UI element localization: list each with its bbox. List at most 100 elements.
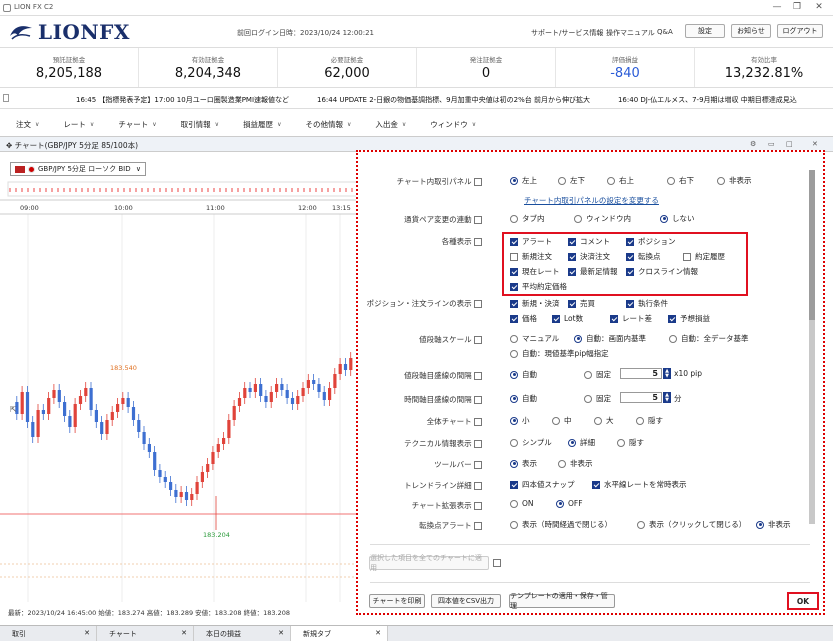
panel-pos-checkbox[interactable] xyxy=(474,178,482,186)
checkbox[interactable] xyxy=(668,314,676,323)
checkbox[interactable] xyxy=(626,267,634,276)
alert-checkbox[interactable] xyxy=(474,522,482,530)
scale-checkbox[interactable] xyxy=(474,336,482,344)
checkbox[interactable] xyxy=(510,314,518,323)
radio-sync-window[interactable]: ウィンドウ内 xyxy=(574,213,631,224)
print-chart-button[interactable]: チャートを印刷 xyxy=(369,594,425,608)
restore-icon[interactable]: ▭ xyxy=(768,140,775,148)
radio-tgrid-fixed[interactable]: 固定 xyxy=(584,393,611,404)
tgrid-checkbox[interactable] xyxy=(474,396,482,404)
radio-panel-hide[interactable]: 非表示 xyxy=(717,175,752,186)
settings-button[interactable]: 設定 xyxy=(685,24,725,38)
posline-checkbox[interactable] xyxy=(474,300,482,308)
radio-vgrid-auto[interactable]: 自動 xyxy=(510,369,537,380)
candlestick-chart[interactable]: GBP/JPY 5分足 ローソク BID ∨ 09:00 10:00 11:00 12… xyxy=(0,152,357,606)
news-ticker[interactable]: 16:45 【指標発表予定】17:00 10月ユーロ圏製造業PMI速報値など 1… xyxy=(0,89,833,109)
whole-checkbox[interactable] xyxy=(474,418,482,426)
radio-alert-timed[interactable]: 表示（時間経過で閉じる） xyxy=(510,519,612,530)
radio-whole-medium[interactable]: 中 xyxy=(552,415,572,426)
qa-link[interactable]: Q&A xyxy=(657,28,673,36)
close-icon[interactable]: ✕ xyxy=(84,629,90,637)
display-check-7[interactable]: 現在レート xyxy=(510,266,560,277)
display-check-6[interactable]: 約定履歴 xyxy=(683,251,725,262)
radio-tech-detail[interactable]: 詳細 xyxy=(568,437,595,448)
display-check-9[interactable]: クロスライン情報 xyxy=(626,266,698,277)
maximize-button[interactable]: ❐ xyxy=(790,2,804,12)
tgrid-stepper[interactable]: ▲ ▼ xyxy=(663,392,671,403)
posline-check-4[interactable]: Lot数 xyxy=(552,313,583,324)
radio-vgrid-fixed[interactable]: 固定 xyxy=(584,369,611,380)
vgrid-stepper[interactable]: ▲ ▼ xyxy=(663,368,671,379)
trend-checkbox[interactable] xyxy=(474,482,482,490)
radio-whole-large[interactable]: 大 xyxy=(594,415,614,426)
checkbox[interactable] xyxy=(510,299,518,308)
menu-trade-info[interactable]: 取引情報 ∨ xyxy=(179,115,219,133)
radio-scale-pip[interactable]: 自動：現値基準pip幅指定 xyxy=(510,348,609,359)
radio-whole-hide[interactable]: 隠す xyxy=(636,415,663,426)
apply-all-checkbox[interactable] xyxy=(493,559,501,567)
menu-window[interactable]: ウィンドウ ∨ xyxy=(428,115,476,133)
display-check-1[interactable]: コメント xyxy=(568,236,610,247)
radio-sync-none[interactable]: しない xyxy=(660,213,695,224)
close-icon[interactable]: ✕ xyxy=(812,140,818,148)
csv-export-button[interactable]: 四本値をCSV出力 xyxy=(431,594,501,608)
posline-check-5[interactable]: レート差 xyxy=(610,313,652,324)
close-icon[interactable]: ✕ xyxy=(278,629,284,637)
posline-check-2[interactable]: 執行条件 xyxy=(626,298,668,309)
radio-scale-all[interactable]: 自動：全データ基準 xyxy=(669,333,749,344)
tab-trade[interactable]: 取引 ✕ xyxy=(0,626,97,641)
posline-check-6[interactable]: 予想損益 xyxy=(668,313,710,324)
display-check-2[interactable]: ポジション xyxy=(626,236,676,247)
notices-button[interactable]: お知らせ xyxy=(731,24,771,38)
radio-panel-top-left[interactable]: 左上 xyxy=(510,175,537,186)
posline-check-3[interactable]: 価格 xyxy=(510,313,537,324)
display-check-5[interactable]: 転換点 xyxy=(626,251,661,262)
close-icon[interactable]: ✕ xyxy=(375,629,381,637)
radio-tech-simple[interactable]: シンプル xyxy=(510,437,552,448)
checkbox[interactable] xyxy=(610,314,618,323)
tab-today-pnl[interactable]: 本日の損益 ✕ xyxy=(194,626,291,641)
tab-new[interactable]: 新規タブ ✕ xyxy=(291,626,388,641)
checkbox[interactable] xyxy=(510,237,518,246)
posline-check-1[interactable]: 売買 xyxy=(568,298,595,309)
radio-toolbar-hide[interactable]: 非表示 xyxy=(558,458,593,469)
menu-order[interactable]: 注文 ∨ xyxy=(14,115,39,133)
menu-other-info[interactable]: その他情報 ∨ xyxy=(303,115,351,133)
radio-whole-small[interactable]: 小 xyxy=(510,415,530,426)
display-check-10[interactable]: 平均約定価格 xyxy=(510,281,567,292)
radio-ext-on[interactable]: ON xyxy=(510,499,534,508)
radio-panel-top-right[interactable]: 右上 xyxy=(607,175,634,186)
gear-icon[interactable]: ⚙ xyxy=(750,140,756,148)
checkbox[interactable] xyxy=(568,237,576,246)
display-check-3[interactable]: 新規注文 xyxy=(510,251,552,262)
checkbox[interactable] xyxy=(626,299,634,308)
display-checkbox[interactable] xyxy=(474,238,482,246)
menu-rate[interactable]: レート ∨ xyxy=(61,115,94,133)
checkbox[interactable] xyxy=(568,299,576,308)
display-check-8[interactable]: 最新足情報 xyxy=(568,266,618,277)
radio-tech-hide[interactable]: 隠す xyxy=(617,437,644,448)
checkbox[interactable] xyxy=(568,267,576,276)
toolbar-checkbox[interactable] xyxy=(474,461,482,469)
vgrid-checkbox[interactable] xyxy=(474,372,482,380)
radio-scale-screen[interactable]: 自動：画面内基準 xyxy=(574,333,646,344)
display-check-0[interactable]: アラート xyxy=(510,236,552,247)
tab-chart[interactable]: チャート ✕ xyxy=(97,626,194,641)
display-check-4[interactable]: 決済注文 xyxy=(568,251,610,262)
ext-checkbox[interactable] xyxy=(474,502,482,510)
checkbox[interactable] xyxy=(626,252,634,261)
radio-panel-bottom-left[interactable]: 左下 xyxy=(558,175,585,186)
scrollbar-thumb[interactable] xyxy=(809,170,815,320)
checkbox[interactable] xyxy=(552,314,560,323)
menu-pnl-history[interactable]: 損益履歴 ∨ xyxy=(241,115,281,133)
minimize-button[interactable]: — xyxy=(770,2,784,12)
radio-panel-bottom-right[interactable]: 右下 xyxy=(667,175,694,186)
apply-all-button[interactable]: 選択した項目を全てのチャートに適用 xyxy=(369,554,489,572)
radio-tgrid-auto[interactable]: 自動 xyxy=(510,393,537,404)
radio-scale-manual[interactable]: マニュアル xyxy=(510,333,559,344)
maximize-icon[interactable]: □ xyxy=(786,140,793,148)
posline-check-0[interactable]: 新規・決済 xyxy=(510,298,560,309)
ticker-toggle[interactable] xyxy=(3,94,9,102)
logout-button[interactable]: ログアウト xyxy=(777,24,823,38)
radio-sync-tab[interactable]: タブ内 xyxy=(510,213,545,224)
